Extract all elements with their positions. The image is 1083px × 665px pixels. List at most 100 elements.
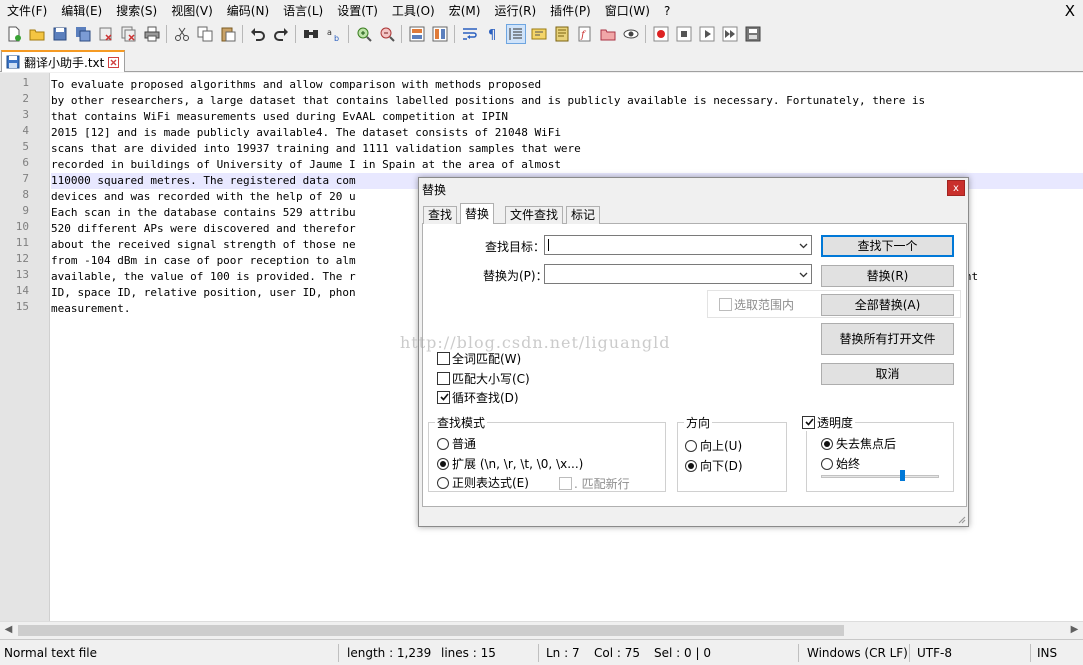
search-mode-extended-radio[interactable]: 扩展 (\n, \r, \t, \0, \x...) xyxy=(437,455,583,472)
doc-map-icon[interactable] xyxy=(552,24,572,44)
transparency-checkbox[interactable]: 透明度 xyxy=(800,414,856,431)
open-file-icon[interactable] xyxy=(27,24,47,44)
scroll-right-icon[interactable]: ▶ xyxy=(1066,622,1083,638)
folder-workspace-icon[interactable] xyxy=(598,24,618,44)
find-icon[interactable] xyxy=(301,24,321,44)
stop-macro-icon[interactable] xyxy=(674,24,694,44)
scrollbar-thumb[interactable] xyxy=(18,625,844,636)
direction-up-radio[interactable]: 向上(U) xyxy=(685,437,742,454)
transparency-slider-thumb[interactable] xyxy=(900,470,906,481)
replace-all-button[interactable]: 全部替换(A) xyxy=(821,294,954,316)
chevron-down-icon[interactable] xyxy=(799,270,808,279)
tab-replace[interactable]: 替换 xyxy=(460,203,495,224)
dot-matches-newline-checkbox[interactable]: . 匹配新行 xyxy=(559,475,630,492)
cancel-button[interactable]: 取消 xyxy=(821,363,954,385)
menu-settings[interactable]: 设置(T) xyxy=(330,0,385,22)
function-list-icon[interactable]: f xyxy=(575,24,595,44)
menu-plugins[interactable]: 插件(P) xyxy=(543,0,598,22)
show-all-chars-icon[interactable]: ¶ xyxy=(483,24,503,44)
radio-down xyxy=(685,459,697,472)
save-icon[interactable] xyxy=(50,24,70,44)
resize-grip-icon[interactable] xyxy=(956,514,966,524)
zoom-in-icon[interactable] xyxy=(354,24,374,44)
close-tab-icon[interactable] xyxy=(108,56,120,68)
text-line[interactable]: recorded in buildings of University of J… xyxy=(51,157,1083,173)
wrap-around-checkbox[interactable]: 循环查找(D) xyxy=(437,389,519,406)
close-all-icon[interactable] xyxy=(119,24,139,44)
close-icon[interactable] xyxy=(96,24,116,44)
menu-window[interactable]: 窗口(W) xyxy=(598,0,657,22)
match-case-checkbox[interactable]: 匹配大小写(C) xyxy=(437,370,530,387)
watermark-text: http://blog.csdn.net/liguangld xyxy=(400,333,671,352)
copy-icon[interactable] xyxy=(195,24,215,44)
line-number: 6 xyxy=(22,156,29,169)
document-tab[interactable]: 翻译小助手.txt xyxy=(1,50,125,72)
radio-regex xyxy=(437,476,449,489)
menu-language[interactable]: 语言(L) xyxy=(276,0,330,22)
tab-find-in-files[interactable]: 文件查找 xyxy=(505,206,564,224)
replace-with-input[interactable] xyxy=(544,264,812,284)
indent-guide-icon[interactable] xyxy=(505,24,526,44)
print-icon[interactable] xyxy=(142,24,162,44)
in-selection-checkbox[interactable]: 选取范围内 xyxy=(719,296,794,313)
dialog-close-button[interactable]: x xyxy=(947,180,965,196)
tab-find-label[interactable]: 查找 xyxy=(423,206,458,224)
run-macro-multiple-icon[interactable] xyxy=(720,24,740,44)
transparency-slider-track[interactable] xyxy=(821,475,939,478)
play-macro-icon[interactable] xyxy=(697,24,717,44)
transparency-label: 透明度 xyxy=(817,416,854,430)
direction-title: 方向 xyxy=(684,414,713,431)
record-macro-icon[interactable] xyxy=(651,24,671,44)
radio-extended xyxy=(437,457,449,470)
whole-word-checkbox[interactable]: 全词匹配(W) xyxy=(437,350,521,367)
replace-button[interactable]: 替换(R) xyxy=(821,265,954,287)
monitor-icon[interactable] xyxy=(621,24,641,44)
transparency-lose-focus-radio[interactable]: 失去焦点后 xyxy=(821,435,896,452)
paste-icon[interactable] xyxy=(218,24,238,44)
whole-word-label: 全词匹配(W) xyxy=(452,352,522,366)
redo-icon[interactable] xyxy=(271,24,291,44)
radio-normal xyxy=(437,437,449,450)
sync-horizontal-icon[interactable] xyxy=(430,24,450,44)
search-mode-normal-radio[interactable]: 普通 xyxy=(437,435,476,452)
scroll-left-icon[interactable]: ◀ xyxy=(0,622,17,638)
menu-tools[interactable]: 工具(O) xyxy=(385,0,442,22)
text-line[interactable]: 2015 [12] and is made publicly available… xyxy=(51,125,1083,141)
menu-macro[interactable]: 宏(M) xyxy=(442,0,488,22)
find-what-input[interactable] xyxy=(544,235,812,255)
menu-run[interactable]: 运行(R) xyxy=(487,0,543,22)
find-what-label: 查找目标： xyxy=(485,240,546,254)
search-mode-regex-radio[interactable]: 正则表达式(E) xyxy=(437,474,529,491)
sync-vertical-icon[interactable] xyxy=(407,24,427,44)
direction-down-radio[interactable]: 向下(D) xyxy=(685,457,743,474)
save-macro-icon[interactable] xyxy=(743,24,763,44)
zoom-out-icon[interactable] xyxy=(377,24,397,44)
line-number: 1 xyxy=(22,76,29,89)
text-line[interactable]: that contains WiFi measurements used dur… xyxy=(51,109,1083,125)
replace-icon[interactable]: ab xyxy=(324,24,344,44)
user-lang-icon[interactable] xyxy=(529,24,549,44)
find-next-button[interactable]: 查找下一个 xyxy=(821,235,954,257)
transparency-always-radio[interactable]: 始终 xyxy=(821,455,860,472)
menu-encoding[interactable]: 编码(N) xyxy=(220,0,276,22)
save-all-icon[interactable] xyxy=(73,24,93,44)
text-line[interactable]: To evaluate proposed algorithms and allo… xyxy=(51,77,1083,93)
undo-icon[interactable] xyxy=(248,24,268,44)
text-line[interactable]: by other researchers, a large dataset th… xyxy=(51,93,1083,109)
close-document-icon[interactable]: X xyxy=(1065,1,1075,21)
new-file-icon[interactable] xyxy=(4,24,24,44)
menu-search[interactable]: 搜索(S) xyxy=(109,0,164,22)
replace-tab-panel: 查找目标： 替换为(P)： 查找下一个 替换(R) 选取范围内 全部替换(A) … xyxy=(422,223,967,507)
word-wrap-icon[interactable] xyxy=(460,24,480,44)
menu-edit[interactable]: 编辑(E) xyxy=(54,0,109,22)
status-file-type: Normal text file xyxy=(4,646,98,660)
menu-help[interactable]: ? xyxy=(657,0,677,22)
replace-all-open-files-button[interactable]: 替换所有打开文件 xyxy=(821,323,954,355)
tab-mark-label[interactable]: 标记 xyxy=(566,206,601,224)
chevron-down-icon[interactable] xyxy=(799,241,808,250)
menu-file[interactable]: 文件(F) xyxy=(0,0,54,22)
cut-icon[interactable] xyxy=(172,24,192,44)
horizontal-scrollbar[interactable]: ◀ ▶ xyxy=(0,621,1083,638)
menu-view[interactable]: 视图(V) xyxy=(164,0,220,22)
text-line[interactable]: scans that are divided into 19937 traini… xyxy=(51,141,1083,157)
